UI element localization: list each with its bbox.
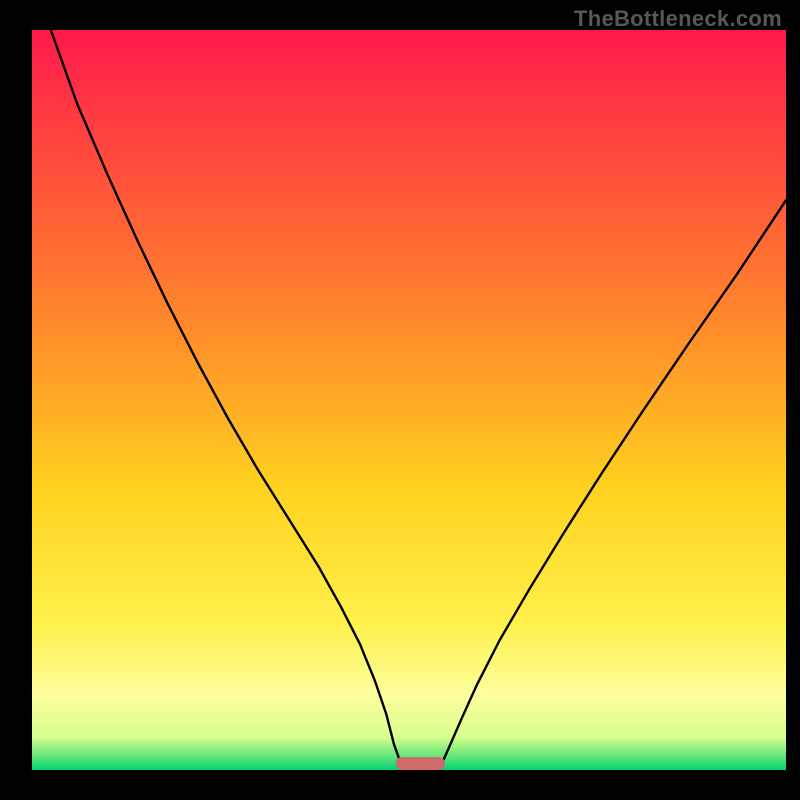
bottleneck-marker <box>396 757 445 770</box>
watermark-text: TheBottleneck.com <box>574 6 782 32</box>
chart-stage: TheBottleneck.com <box>0 0 800 800</box>
plot-background <box>32 30 786 770</box>
bottleneck-chart <box>0 0 800 800</box>
